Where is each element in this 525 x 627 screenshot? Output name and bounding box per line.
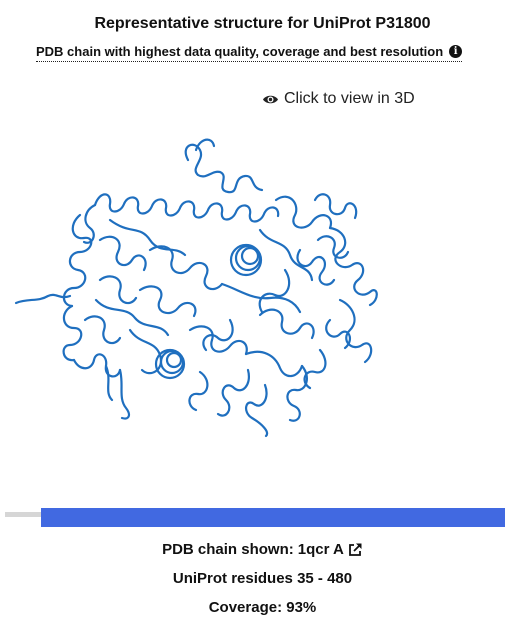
view-in-3d-link[interactable]: Click to view in 3D [262, 90, 415, 108]
coverage-bar [41, 508, 505, 527]
protein-structure-image[interactable] [0, 120, 525, 450]
subtitle: PDB chain with highest data quality, cov… [36, 42, 463, 62]
subtitle-text: PDB chain with highest data quality, cov… [36, 43, 444, 59]
pdb-chain-value[interactable]: 1qcr A [298, 541, 344, 558]
coverage-text: Coverage: 93% [208, 599, 317, 616]
pdb-chain-label: PDB chain shown: [162, 541, 294, 558]
external-link-icon[interactable] [348, 542, 363, 557]
uniprot-residues: UniProt residues 35 - 480 [172, 570, 353, 587]
view-in-3d-label: Click to view in 3D [284, 90, 415, 107]
info-icon[interactable]: i [449, 44, 463, 58]
eye-icon [262, 94, 279, 105]
page-title: Representative structure for UniProt P31… [94, 15, 431, 32]
pdb-chain-line: PDB chain shown: 1qcr A [0, 541, 525, 558]
